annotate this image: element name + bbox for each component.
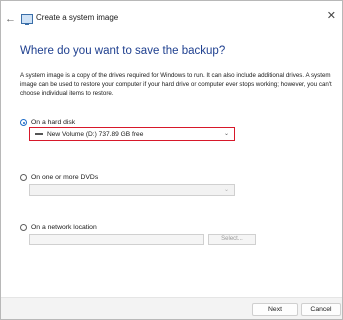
option-network[interactable]: On a network location xyxy=(20,224,97,231)
next-button[interactable]: Next xyxy=(252,303,298,316)
hard-disk-label: On a hard disk xyxy=(31,119,76,126)
description-text: A system image is a copy of the drives r… xyxy=(20,72,332,97)
network-radio[interactable] xyxy=(20,224,27,231)
dvd-dropdown[interactable]: ⌄ xyxy=(29,184,235,196)
network-location-input[interactable] xyxy=(29,234,204,245)
drive-selected-value: New Volume (D:) 737.89 GB free xyxy=(47,130,144,138)
back-arrow-icon[interactable]: ← xyxy=(5,13,16,25)
footer-bar: Next Cancel xyxy=(1,297,342,319)
dvds-label: On one or more DVDs xyxy=(31,174,99,181)
window-title: Create a system image xyxy=(36,13,119,22)
chevron-down-icon: ⌄ xyxy=(223,131,229,137)
drive-dropdown[interactable]: New Volume (D:) 737.89 GB free ⌄ xyxy=(29,127,235,141)
hard-disk-radio[interactable] xyxy=(20,119,27,126)
option-dvds[interactable]: On one or more DVDs xyxy=(20,174,98,181)
network-label: On a network location xyxy=(31,224,97,231)
cancel-button[interactable]: Cancel xyxy=(301,303,341,316)
option-hard-disk[interactable]: On a hard disk xyxy=(20,119,75,126)
dvds-radio[interactable] xyxy=(20,174,27,181)
title-bar: ← Create a system image ✕ xyxy=(1,1,342,37)
close-icon[interactable]: ✕ xyxy=(327,9,336,22)
create-system-image-window: ← Create a system image ✕ Where do you w… xyxy=(0,0,343,320)
drive-icon xyxy=(35,133,43,135)
page-heading: Where do you want to save the backup? xyxy=(20,45,226,57)
select-network-button[interactable]: Select... xyxy=(208,234,256,245)
chevron-down-icon: ⌄ xyxy=(223,187,229,193)
system-image-app-icon xyxy=(21,14,33,25)
